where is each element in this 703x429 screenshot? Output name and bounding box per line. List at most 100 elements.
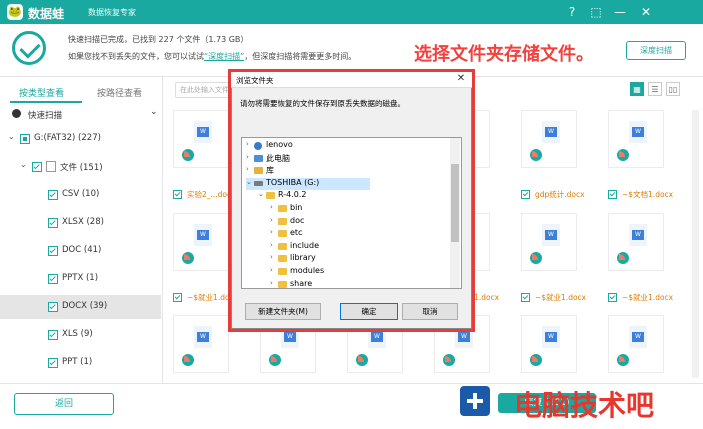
watermark-text: 电脑技术吧	[514, 389, 655, 422]
folder-tree-item[interactable]: › 库	[246, 165, 370, 177]
tree-item[interactable]: DOC (41)	[0, 239, 161, 263]
word-doc-icon: W	[629, 224, 647, 246]
tree-item[interactable]: ⌄ 文件 (151)	[0, 155, 161, 179]
chevron-right-icon[interactable]: ›	[270, 266, 273, 274]
quick-scan-header[interactable]: 快速扫描 ⌄	[8, 107, 160, 123]
tree-checkbox[interactable]	[48, 218, 58, 228]
file-card[interactable]: W	[521, 110, 577, 168]
recovery-status-icon	[530, 149, 542, 161]
folder-tree-label: R-4.0.2	[278, 190, 307, 200]
dialog-title: 浏览文件夹	[236, 76, 274, 85]
scan-complete-check-icon	[12, 31, 46, 65]
save-icon[interactable]: ⬚	[587, 3, 605, 21]
folder-tree-item[interactable]: ⌄ TOSHIBA (G:)	[246, 177, 370, 190]
file-card[interactable]: W	[608, 110, 664, 168]
file-checkbox[interactable]	[173, 190, 182, 199]
watermark: 电脑技术吧	[458, 382, 698, 422]
chevron-right-icon[interactable]: ›	[270, 241, 273, 249]
tree-checkbox[interactable]	[20, 134, 30, 144]
ok-button[interactable]: 确定	[340, 303, 398, 320]
grid-view-icon[interactable]: ▦	[630, 82, 644, 96]
chevron-down-icon[interactable]: ⌄	[258, 190, 264, 198]
document-icon	[46, 161, 56, 172]
dialog-close-icon[interactable]: ✕	[455, 73, 467, 85]
help-icon[interactable]: ?	[563, 3, 581, 21]
chevron-down-icon[interactable]: ⌄	[246, 178, 252, 186]
scan-result-text: 快速扫描已完成，已找到 227 个文件（1.73 GB）	[68, 35, 249, 44]
folder-icon	[278, 217, 287, 225]
file-checkbox[interactable]	[521, 190, 530, 199]
folder-icon	[266, 192, 275, 200]
file-name: ~$就业1.docx	[535, 293, 587, 302]
tree-checkbox[interactable]	[48, 274, 58, 284]
tab-by-type[interactable]: 按类型查看	[19, 86, 64, 99]
list-view-icon[interactable]: ☰	[648, 82, 662, 96]
chevron-right-icon[interactable]: ›	[270, 253, 273, 261]
chevron-right-icon[interactable]: ›	[270, 228, 273, 236]
tree-item[interactable]: PPT (1)	[0, 351, 161, 375]
chevron-right-icon[interactable]: ›	[270, 279, 273, 287]
file-card[interactable]: W	[521, 315, 577, 373]
file-card[interactable]: W	[173, 110, 229, 168]
back-button[interactable]: 返回	[14, 393, 114, 415]
hint-suffix: ，但深度扫描将需要更多时间。	[244, 52, 357, 61]
file-grid-scrollbar[interactable]	[692, 110, 699, 378]
folder-tree-item[interactable]: › modules	[270, 266, 394, 278]
folder-tree-item[interactable]: › 此电脑	[246, 153, 370, 165]
folder-tree-item[interactable]: › share	[270, 279, 394, 288]
file-checkbox[interactable]	[608, 190, 617, 199]
word-badge: W	[197, 127, 209, 137]
chevron-right-icon[interactable]: ›	[246, 165, 249, 173]
word-badge: W	[632, 230, 644, 240]
detail-view-icon[interactable]: ▯▯	[666, 82, 680, 96]
chevron-right-icon[interactable]: ›	[270, 203, 273, 211]
chevron-down-icon[interactable]: ⌄	[8, 132, 15, 141]
file-checkbox[interactable]	[608, 293, 617, 302]
tree-item[interactable]: XLS (9)	[0, 323, 161, 347]
tree-checkbox[interactable]	[48, 190, 58, 200]
word-doc-icon: W	[194, 121, 212, 143]
folder-tree-item[interactable]: › lenovo	[246, 140, 370, 152]
chevron-right-icon[interactable]: ›	[246, 140, 249, 148]
file-card[interactable]: W	[608, 213, 664, 271]
minimize-icon[interactable]: —	[611, 3, 629, 21]
tab-by-path[interactable]: 按路径查看	[97, 86, 142, 99]
file-card[interactable]: W	[173, 213, 229, 271]
folder-icon	[278, 255, 287, 263]
tree-checkbox[interactable]	[48, 246, 58, 256]
folder-tree-item[interactable]: › library	[270, 253, 394, 265]
deep-scan-link[interactable]: “深度扫描”	[204, 52, 244, 61]
deep-scan-button[interactable]: 深度扫描	[626, 41, 686, 60]
chevron-down-icon[interactable]: ⌄	[150, 107, 158, 117]
file-checkbox[interactable]	[521, 293, 530, 302]
file-card[interactable]: W	[608, 315, 664, 373]
folder-tree-label: library	[290, 253, 316, 263]
tree-checkbox[interactable]	[48, 330, 58, 340]
file-checkbox[interactable]	[173, 293, 182, 302]
folder-tree-item[interactable]: › include	[270, 241, 394, 253]
tree-checkbox[interactable]	[48, 302, 58, 312]
chevron-down-icon[interactable]: ⌄	[20, 160, 27, 169]
folder-tree-item[interactable]: › doc	[270, 216, 394, 228]
tree-item[interactable]: DOCX (39)	[0, 295, 161, 319]
file-card[interactable]: W	[521, 213, 577, 271]
file-card[interactable]: W	[173, 315, 229, 373]
tree-item[interactable]: XLSX (28)	[0, 211, 161, 235]
new-folder-button[interactable]: 新建文件夹(M)	[245, 303, 321, 320]
tree-item[interactable]: ⌄ G:(FAT32) (227)	[0, 127, 161, 151]
cancel-button[interactable]: 取消	[402, 303, 458, 320]
folder-tree-item[interactable]: › etc	[270, 228, 394, 240]
folder-tree[interactable]: › lenovo › 此电脑 › 库 ⌄ TOSHIBA (G:) ⌄ R-4.0.2 › bin › d…	[241, 137, 462, 289]
folder-tree-item[interactable]: › bin	[270, 203, 394, 215]
tree-item[interactable]: PPTX (1)	[0, 267, 161, 291]
folder-tree-label: doc	[290, 215, 305, 225]
tree-checkbox[interactable]	[48, 358, 58, 368]
chevron-right-icon[interactable]: ›	[270, 216, 273, 224]
folder-tree-item[interactable]: ⌄ R-4.0.2	[258, 190, 382, 202]
folder-tree-label: lenovo	[266, 140, 293, 149]
close-icon[interactable]: ✕	[637, 3, 655, 21]
tree-item[interactable]: CSV (10)	[0, 183, 161, 207]
chevron-right-icon[interactable]: ›	[246, 153, 249, 161]
tree-checkbox[interactable]	[32, 162, 42, 172]
folder-tree-scroll-thumb[interactable]	[451, 164, 459, 242]
